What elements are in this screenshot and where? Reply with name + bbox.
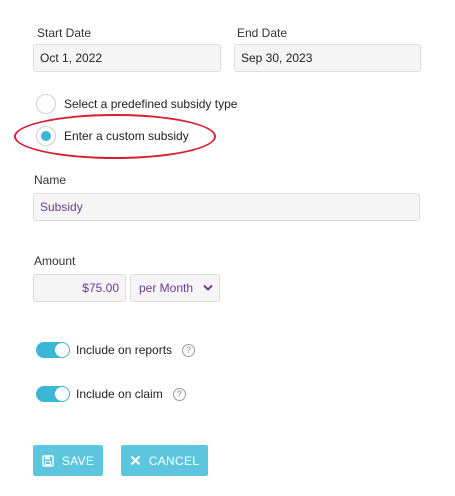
start-date-label: Start Date xyxy=(37,26,92,40)
radio-button[interactable] xyxy=(36,94,56,114)
name-field[interactable]: Subsidy xyxy=(33,193,420,221)
save-button[interactable]: SAVE xyxy=(33,445,103,476)
period-select[interactable]: per Month xyxy=(130,274,220,302)
help-icon[interactable]: ? xyxy=(182,343,196,357)
name-label: Name xyxy=(34,173,67,187)
save-icon xyxy=(42,454,54,467)
end-date-field[interactable]: Sep 30, 2023 xyxy=(234,44,421,72)
start-date-field[interactable]: Oct 1, 2022 xyxy=(33,44,221,72)
highlight-annotation-ellipse xyxy=(14,114,216,159)
close-icon xyxy=(130,455,141,466)
radio-label: Select a predefined subsidy type xyxy=(64,97,238,111)
cancel-button-label: CANCEL xyxy=(148,453,200,468)
period-select-value: per Month xyxy=(139,281,194,295)
include-on-claim-toggle[interactable] xyxy=(36,386,70,402)
include-on-claim-label: Include on claim xyxy=(76,387,163,401)
cancel-button[interactable]: CANCEL xyxy=(121,445,208,476)
end-date-label: End Date xyxy=(237,26,288,40)
amount-label: Amount xyxy=(34,254,76,268)
amount-field[interactable]: $75.00 xyxy=(33,274,126,302)
radio-predefined-subsidy[interactable]: Select a predefined subsidy type xyxy=(36,94,237,114)
chevron-down-icon xyxy=(203,284,213,291)
include-on-reports-row: Include on reports ? xyxy=(36,341,196,359)
include-on-reports-toggle[interactable] xyxy=(36,342,70,358)
include-on-reports-label: Include on reports xyxy=(76,343,173,357)
help-icon[interactable]: ? xyxy=(172,387,186,401)
include-on-claim-row: Include on claim ? xyxy=(36,385,186,403)
save-button-label: SAVE xyxy=(61,453,95,468)
